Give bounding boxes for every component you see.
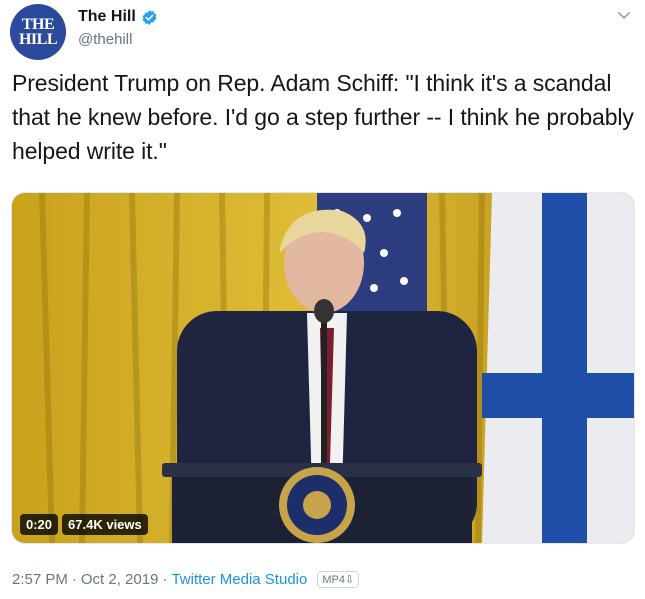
avatar-text-line2: HILL	[18, 31, 58, 48]
mp4-download-badge[interactable]: MP4⇩	[317, 571, 360, 588]
tweet-time[interactable]: 2:57 PM	[12, 571, 68, 588]
video-frame-image	[12, 193, 634, 543]
verified-badge-icon	[142, 9, 157, 25]
avatar-text-line1: THE	[21, 16, 55, 33]
meta-separator: ·	[71, 571, 77, 588]
tweet-source-link[interactable]: Twitter Media Studio	[171, 571, 307, 588]
display-name[interactable]: The Hill	[78, 8, 136, 26]
tweet-date[interactable]: Oct 2, 2019	[81, 571, 159, 588]
tweet-text: President Trump on Rep. Adam Schiff: "I …	[12, 70, 634, 164]
video-duration: 0:20	[20, 514, 59, 535]
video-player[interactable]: 0:20 67.4K views	[11, 192, 635, 544]
meta-separator-2: ·	[162, 571, 168, 588]
avatar[interactable]: THE HILL	[10, 4, 66, 60]
video-overlay: 0:20 67.4K views	[20, 514, 148, 535]
chevron-down-icon[interactable]	[615, 6, 633, 24]
author-block: The Hill @thehill	[78, 6, 158, 48]
tweet-metadata: 2:57 PM · Oct 2, 2019 · Twitter Media St…	[12, 571, 360, 588]
handle[interactable]: @thehill	[78, 31, 158, 48]
video-views: 67.4K views	[62, 514, 148, 535]
